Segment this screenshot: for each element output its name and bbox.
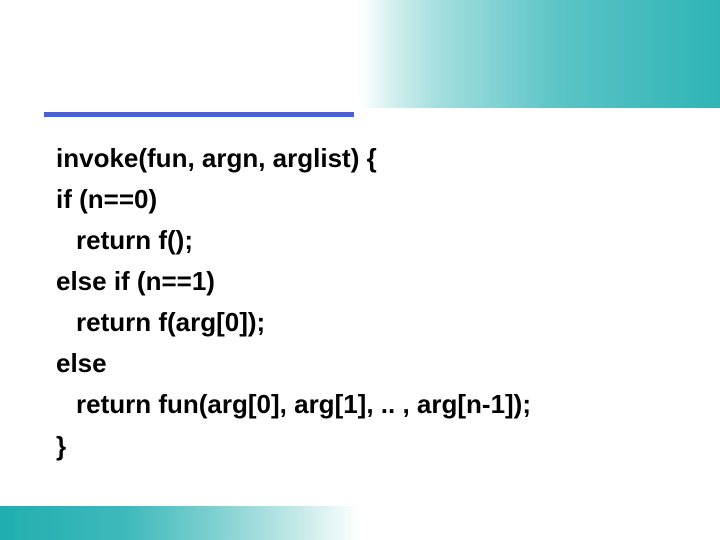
decor-top-gradient	[360, 0, 720, 108]
slide: invoke(fun, argn, arglist) { if (n==0) r…	[0, 0, 720, 540]
code-line: return f();	[56, 220, 680, 261]
code-block: invoke(fun, argn, arglist) { if (n==0) r…	[56, 138, 680, 467]
decor-bottom-gradient	[0, 506, 360, 540]
code-line: invoke(fun, argn, arglist) {	[56, 138, 680, 179]
code-line: return fun(arg[0], arg[1], .. , arg[n-1]…	[56, 384, 680, 425]
code-line: return f(arg[0]);	[56, 302, 680, 343]
code-line: else if (n==1)	[56, 261, 680, 302]
code-line: }	[56, 426, 680, 467]
decor-horizontal-rule	[44, 112, 354, 117]
code-line: else	[56, 343, 680, 384]
code-line: if (n==0)	[56, 179, 680, 220]
